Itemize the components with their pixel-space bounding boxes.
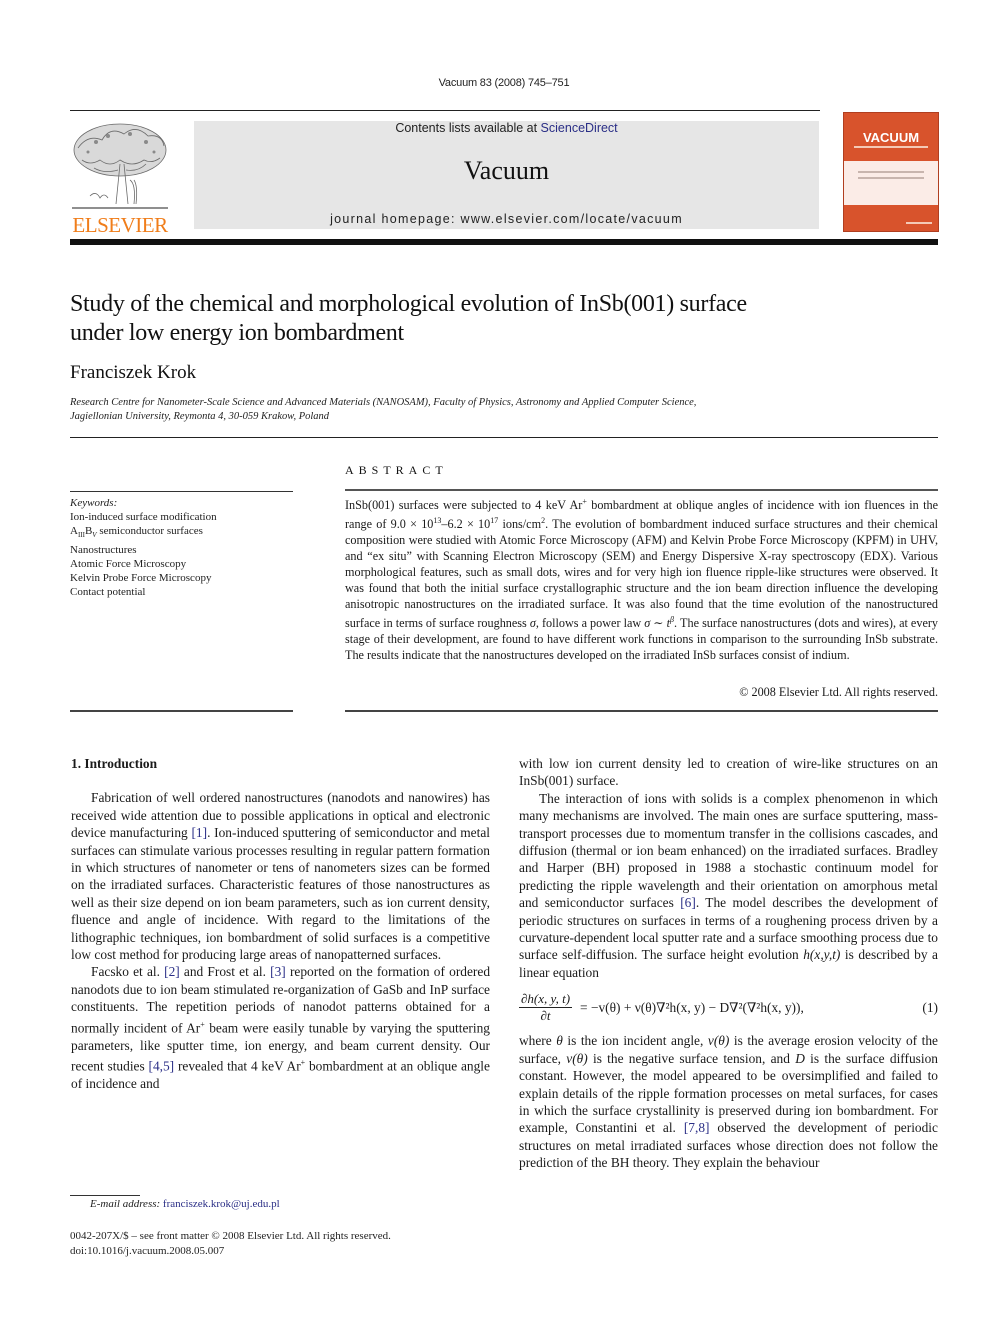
body-paragraph: with low ion current density led to crea… bbox=[519, 756, 938, 789]
keywords-top-rule bbox=[70, 491, 293, 492]
title-divider bbox=[70, 437, 938, 438]
body-column-left: 1. Introduction Fabrication of well orde… bbox=[71, 755, 490, 1092]
body-column-right: with low ion current density led to crea… bbox=[519, 755, 938, 1172]
author-affiliation: Research Centre for Nanometer-Scale Scie… bbox=[70, 396, 930, 424]
footnote-rule bbox=[70, 1195, 140, 1196]
equation-denominator: ∂t bbox=[540, 1008, 551, 1024]
cover-subtitle-line bbox=[854, 146, 928, 148]
body-paragraph: Facsko et al. [2] and Frost et al. [3] r… bbox=[71, 964, 491, 1091]
journal-cover-thumbnail[interactable]: VACUUM bbox=[843, 112, 939, 232]
email-label: E-mail address: bbox=[90, 1198, 161, 1210]
equation-fraction: ∂h(x, y, t) ∂t bbox=[519, 991, 573, 1024]
sciencedirect-link[interactable]: ScienceDirect bbox=[541, 121, 618, 135]
abstract-bottom-rule bbox=[345, 710, 938, 712]
author-name[interactable]: Franciszek Krok bbox=[70, 362, 196, 384]
affiliation-line-2: Jagiellonian University, Reymonta 4, 30-… bbox=[70, 411, 330, 422]
keywords-label: Keywords: bbox=[70, 497, 118, 509]
header-rule bbox=[70, 110, 820, 111]
contents-availability: Contents lists available at ScienceDirec… bbox=[194, 121, 819, 135]
keyword-item: Nanostructures bbox=[70, 543, 137, 556]
article-title: Study of the chemical and morphological … bbox=[70, 290, 930, 348]
equation-rhs: = −v(θ) + ν(θ)∇²h(x, y) − D∇²(∇²h(x, y))… bbox=[580, 1000, 804, 1016]
abstract-top-rule bbox=[345, 489, 938, 491]
masthead-thick-rule bbox=[70, 239, 938, 245]
affiliation-line-1: Research Centre for Nanometer-Scale Scie… bbox=[70, 397, 697, 408]
keyword-item: Contact potential bbox=[70, 586, 146, 599]
abstract-copyright: © 2008 Elsevier Ltd. All rights reserved… bbox=[739, 685, 938, 699]
email-link[interactable]: franciszek.krok@uj.edu.pl bbox=[163, 1198, 280, 1210]
cover-contents-band bbox=[844, 161, 938, 205]
doi-link[interactable]: doi:10.1016/j.vacuum.2008.05.007 bbox=[70, 1244, 391, 1259]
cover-title: VACUUM bbox=[862, 130, 920, 145]
equation-numerator: ∂h(x, y, t) bbox=[519, 991, 573, 1009]
keyword-item: Ion-induced surface modification bbox=[70, 511, 217, 524]
citation-link[interactable]: [6] bbox=[680, 895, 696, 910]
cover-sciencedirect-mark bbox=[906, 222, 932, 224]
journal-citation: Vacuum 83 (2008) 745–751 bbox=[438, 77, 570, 89]
journal-title: Vacuum bbox=[463, 156, 550, 185]
keyword-item: Atomic Force Microscopy bbox=[70, 558, 187, 570]
citation-link[interactable]: [2] bbox=[164, 964, 180, 979]
abstract-heading: ABSTRACT bbox=[345, 463, 448, 477]
keywords-block: Keywords: Ion-induced surface modificati… bbox=[70, 496, 300, 600]
publisher-name: ELSEVIER bbox=[72, 213, 168, 237]
author-email: E-mail address: franciszek.krok@uj.edu.p… bbox=[90, 1198, 280, 1210]
citation-link[interactable]: [4,5] bbox=[148, 1058, 174, 1073]
citation-link[interactable]: [7,8] bbox=[684, 1120, 710, 1135]
article-title-line-2: under low energy ion bombardment bbox=[70, 320, 404, 346]
journal-homepage-link[interactable]: journal homepage: www.elsevier.com/locat… bbox=[194, 212, 819, 226]
abstract-text: InSb(001) surfaces were subjected to 4 k… bbox=[345, 497, 939, 663]
equation-1: ∂h(x, y, t) ∂t = −v(θ) + ν(θ)∇²h(x, y) −… bbox=[519, 991, 938, 1024]
citation-link[interactable]: [1] bbox=[191, 825, 207, 840]
elsevier-tree-icon bbox=[72, 123, 168, 209]
keyword-item: Kelvin Probe Force Microscopy bbox=[70, 572, 212, 585]
equation-number: (1) bbox=[922, 1000, 938, 1016]
keyword-item: AIIIBV semiconductor surfaces bbox=[70, 525, 203, 540]
elsevier-logo[interactable]: ELSEVIER bbox=[68, 120, 172, 236]
issn-copyright: 0042-207X/$ – see front matter © 2008 El… bbox=[70, 1230, 391, 1242]
body-paragraph: The interaction of ions with solids is a… bbox=[519, 790, 938, 980]
section-heading-introduction: 1. Introduction bbox=[71, 756, 158, 771]
article-title-line-1: Study of the chemical and morphological … bbox=[70, 291, 747, 317]
front-matter: 0042-207X/$ – see front matter © 2008 El… bbox=[70, 1229, 391, 1258]
keywords-bottom-rule bbox=[70, 710, 293, 712]
body-paragraph: where θ is the ion incident angle, v(θ) … bbox=[519, 1033, 939, 1171]
contents-prefix: Contents lists available at bbox=[395, 121, 541, 135]
citation-link[interactable]: [3] bbox=[270, 964, 286, 979]
body-paragraph: Fabrication of well ordered nanostructur… bbox=[71, 790, 490, 963]
